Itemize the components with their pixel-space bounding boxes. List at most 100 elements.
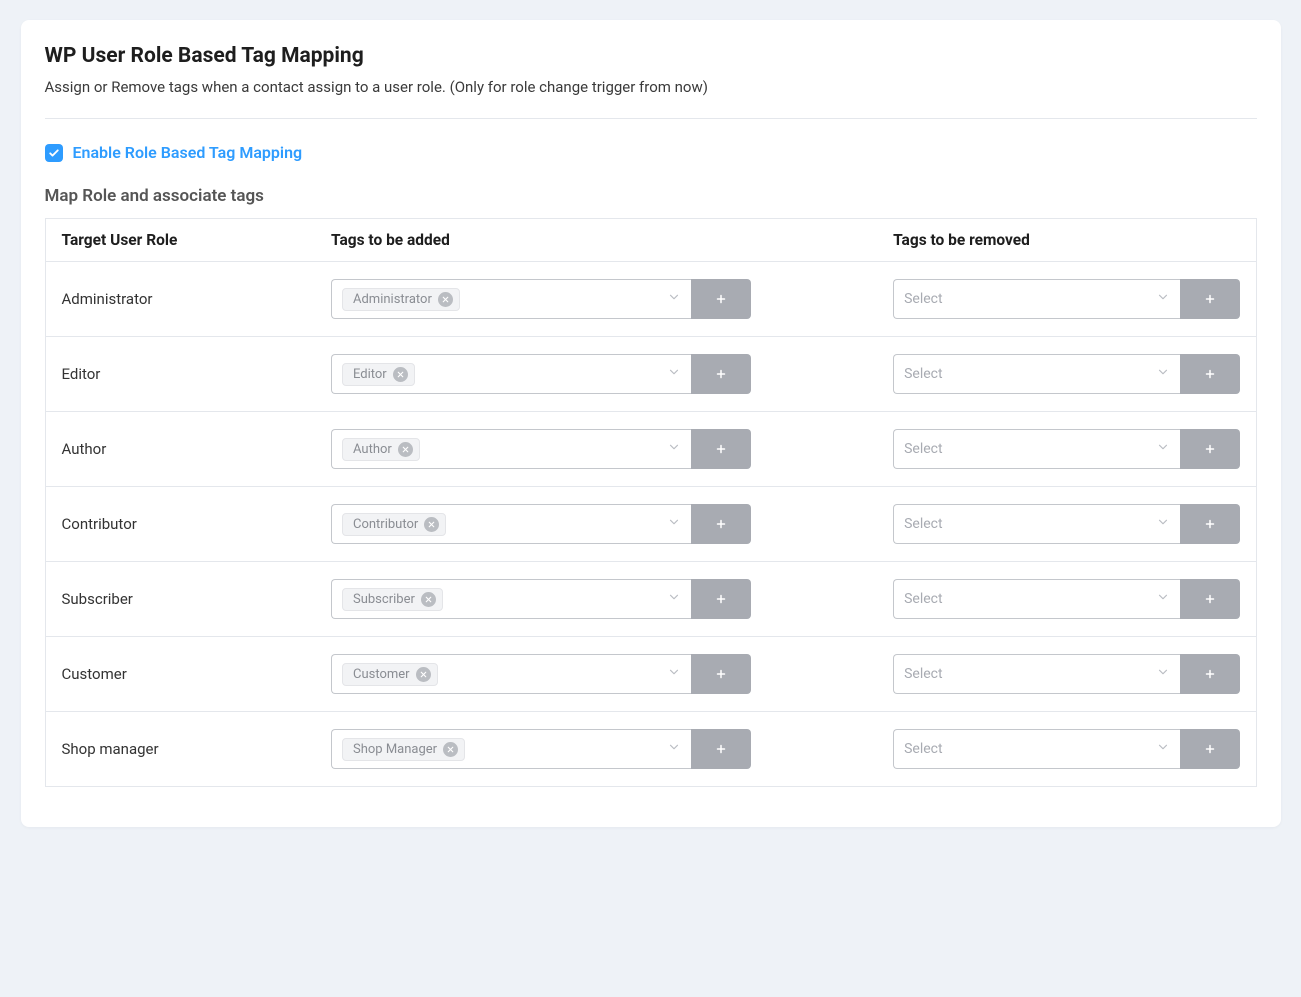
chevron-down-icon bbox=[1156, 365, 1170, 379]
enable-label[interactable]: Enable Role Based Tag Mapping bbox=[73, 143, 303, 162]
add-tags-cell: Subscriber bbox=[315, 562, 877, 637]
add-tag-button-remove[interactable] bbox=[1180, 429, 1240, 469]
tag-remove-button[interactable] bbox=[421, 592, 436, 607]
add-tag-button-add[interactable] bbox=[691, 354, 751, 394]
tag-remove-button[interactable] bbox=[443, 742, 458, 757]
tags-area: Customer bbox=[342, 663, 438, 686]
chevron-down-icon bbox=[667, 365, 681, 383]
chevron-down-icon bbox=[667, 515, 681, 533]
plus-icon bbox=[715, 743, 727, 755]
add-tag-button-add[interactable] bbox=[691, 729, 751, 769]
tag-select-add[interactable]: Administrator bbox=[331, 279, 691, 319]
chevron-down-icon bbox=[1156, 665, 1170, 679]
select-group-remove: Select bbox=[893, 579, 1239, 619]
add-tag-button-remove[interactable] bbox=[1180, 354, 1240, 394]
chevron-down-icon bbox=[667, 740, 681, 758]
add-tag-button-remove[interactable] bbox=[1180, 279, 1240, 319]
tags-area: Shop Manager bbox=[342, 738, 465, 761]
remove-tags-cell: Select bbox=[877, 412, 1256, 487]
select-group-add: Author bbox=[331, 429, 751, 469]
role-name: Editor bbox=[45, 337, 315, 412]
remove-tags-cell: Select bbox=[877, 487, 1256, 562]
page-title: WP User Role Based Tag Mapping bbox=[45, 44, 1257, 68]
page-description: Assign or Remove tags when a contact ass… bbox=[45, 78, 1257, 119]
tag-chip: Customer bbox=[342, 663, 438, 686]
tag-select-remove[interactable]: Select bbox=[893, 729, 1179, 769]
select-group-remove: Select bbox=[893, 279, 1239, 319]
tag-remove-button[interactable] bbox=[398, 442, 413, 457]
tag-label: Editor bbox=[353, 367, 387, 382]
plus-icon bbox=[1204, 293, 1216, 305]
chevron-down-icon bbox=[667, 440, 681, 454]
plus-icon bbox=[715, 518, 727, 530]
tag-remove-button[interactable] bbox=[438, 292, 453, 307]
chevron-down-icon bbox=[667, 740, 681, 754]
chevron-down-icon bbox=[667, 590, 681, 608]
enable-toggle-row: Enable Role Based Tag Mapping bbox=[45, 143, 1257, 162]
add-tag-button-remove[interactable] bbox=[1180, 654, 1240, 694]
tag-select-add[interactable]: Contributor bbox=[331, 504, 691, 544]
chevron-down-icon bbox=[1156, 440, 1170, 458]
select-placeholder: Select bbox=[904, 741, 942, 757]
tag-select-add[interactable]: Customer bbox=[331, 654, 691, 694]
add-tag-button-remove[interactable] bbox=[1180, 729, 1240, 769]
tag-remove-button[interactable] bbox=[416, 667, 431, 682]
tag-remove-button[interactable] bbox=[424, 517, 439, 532]
select-placeholder: Select bbox=[904, 591, 942, 607]
tags-area: Subscriber bbox=[342, 588, 443, 611]
tag-select-add[interactable]: Subscriber bbox=[331, 579, 691, 619]
tags-area: Administrator bbox=[342, 288, 460, 311]
tag-label: Author bbox=[353, 442, 392, 457]
tag-select-add[interactable]: Shop Manager bbox=[331, 729, 691, 769]
x-icon bbox=[441, 295, 450, 304]
chevron-down-icon bbox=[667, 665, 681, 683]
select-placeholder: Select bbox=[904, 291, 942, 307]
chevron-down-icon bbox=[1156, 290, 1170, 308]
tag-select-remove[interactable]: Select bbox=[893, 654, 1179, 694]
tag-label: Contributor bbox=[353, 517, 418, 532]
chevron-down-icon bbox=[1156, 590, 1170, 604]
tag-select-remove[interactable]: Select bbox=[893, 504, 1179, 544]
add-tag-button-remove[interactable] bbox=[1180, 579, 1240, 619]
plus-icon bbox=[715, 593, 727, 605]
table-row: Shop manager Shop Manager Select bbox=[45, 712, 1256, 787]
tag-select-remove[interactable]: Select bbox=[893, 354, 1179, 394]
remove-tags-cell: Select bbox=[877, 262, 1256, 337]
add-tag-button-add[interactable] bbox=[691, 429, 751, 469]
tag-select-remove[interactable]: Select bbox=[893, 279, 1179, 319]
add-tag-button-add[interactable] bbox=[691, 279, 751, 319]
plus-icon bbox=[715, 368, 727, 380]
role-name: Subscriber bbox=[45, 562, 315, 637]
add-tag-button-add[interactable] bbox=[691, 654, 751, 694]
plus-icon bbox=[715, 293, 727, 305]
add-tag-button-add[interactable] bbox=[691, 504, 751, 544]
tag-chip: Administrator bbox=[342, 288, 460, 311]
tag-remove-button[interactable] bbox=[393, 367, 408, 382]
tag-chip: Editor bbox=[342, 363, 415, 386]
select-group-add: Customer bbox=[331, 654, 751, 694]
chevron-down-icon bbox=[1156, 740, 1170, 758]
select-placeholder: Select bbox=[904, 666, 942, 682]
add-tags-cell: Administrator bbox=[315, 262, 877, 337]
chevron-down-icon bbox=[1156, 440, 1170, 454]
select-group-add: Shop Manager bbox=[331, 729, 751, 769]
tag-select-add[interactable]: Editor bbox=[331, 354, 691, 394]
add-tag-button-remove[interactable] bbox=[1180, 504, 1240, 544]
add-tag-button-add[interactable] bbox=[691, 579, 751, 619]
select-placeholder: Select bbox=[904, 366, 942, 382]
enable-checkbox[interactable] bbox=[45, 144, 63, 162]
role-name: Administrator bbox=[45, 262, 315, 337]
plus-icon bbox=[715, 443, 727, 455]
chevron-down-icon bbox=[667, 290, 681, 304]
chevron-down-icon bbox=[1156, 515, 1170, 529]
tag-select-remove[interactable]: Select bbox=[893, 579, 1179, 619]
chevron-down-icon bbox=[1156, 740, 1170, 754]
tag-select-remove[interactable]: Select bbox=[893, 429, 1179, 469]
tag-select-add[interactable]: Author bbox=[331, 429, 691, 469]
role-name: Contributor bbox=[45, 487, 315, 562]
x-icon bbox=[427, 520, 436, 529]
settings-panel: WP User Role Based Tag Mapping Assign or… bbox=[21, 20, 1281, 827]
tag-chip: Subscriber bbox=[342, 588, 443, 611]
tag-label: Shop Manager bbox=[353, 742, 437, 757]
chevron-down-icon bbox=[1156, 365, 1170, 383]
